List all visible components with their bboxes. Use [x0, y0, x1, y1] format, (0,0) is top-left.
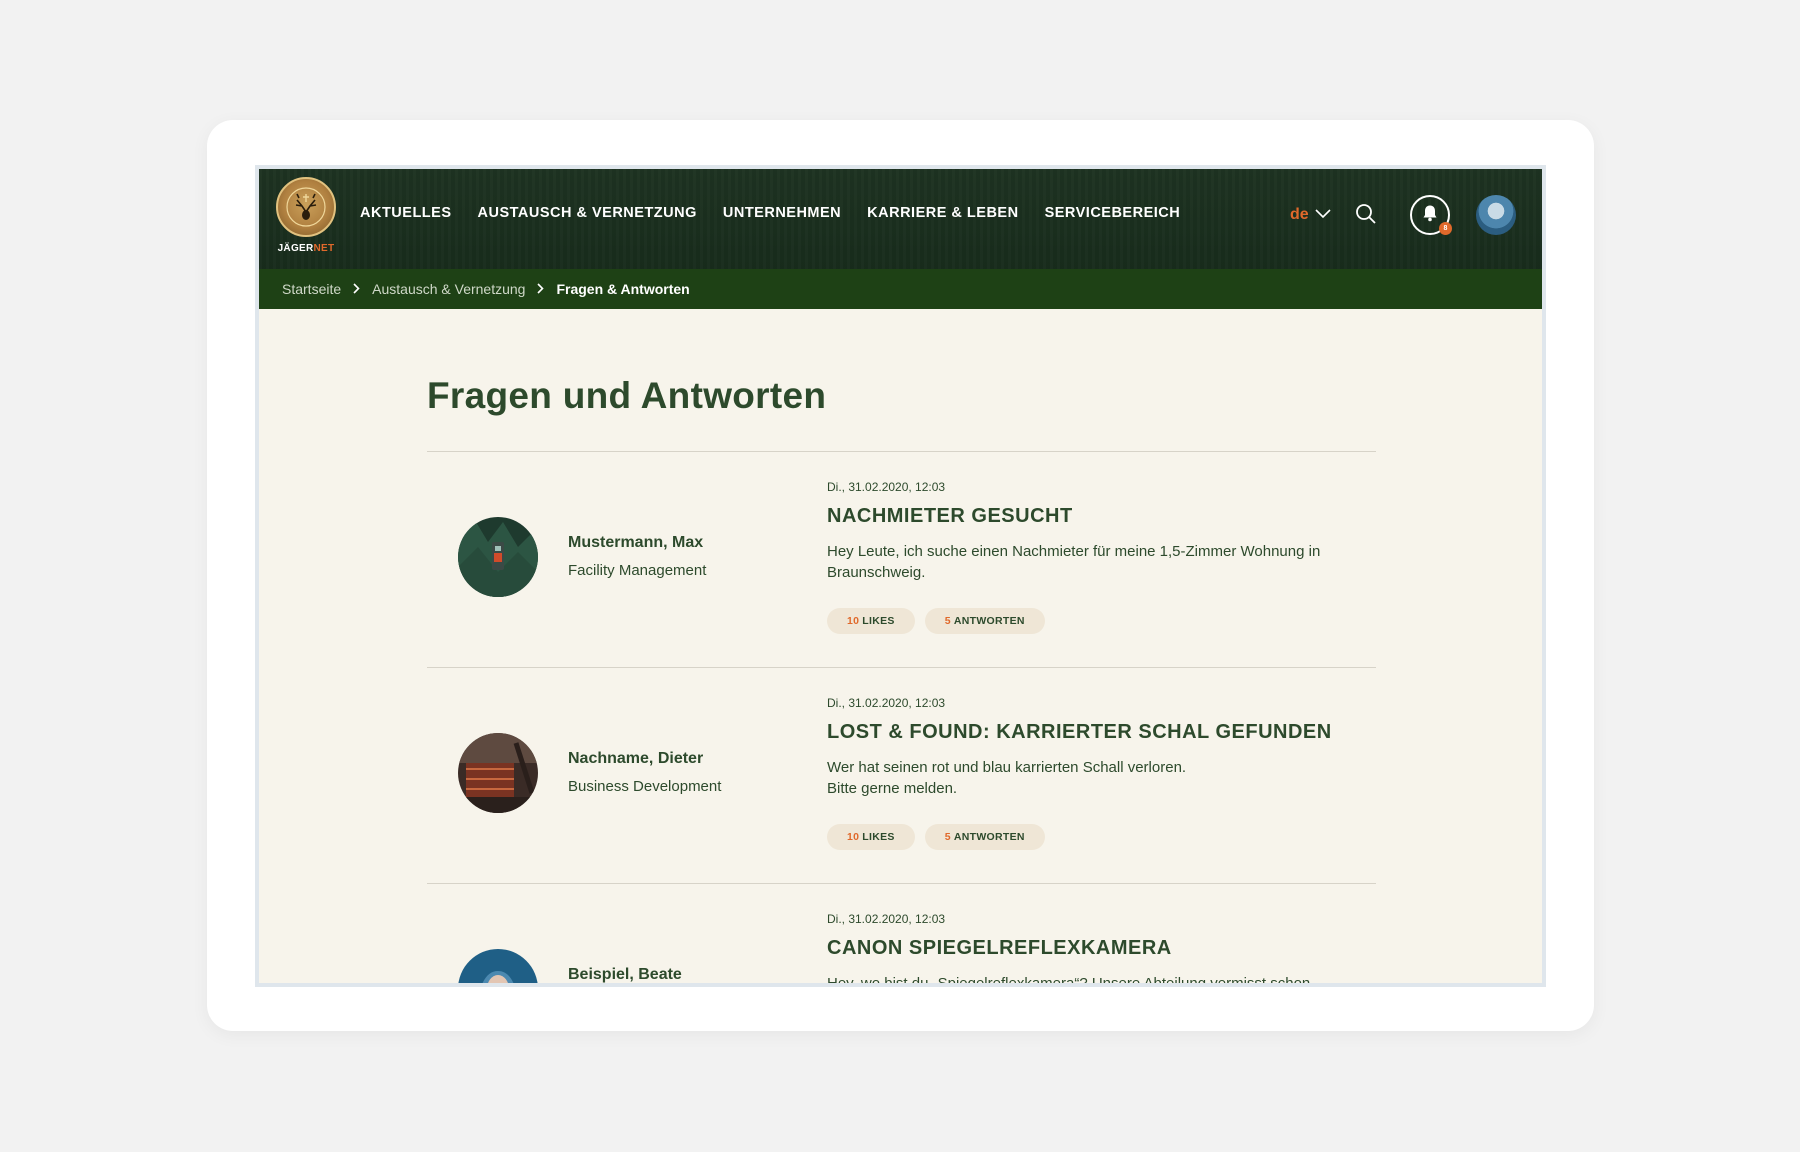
stag-logo-icon	[276, 177, 336, 237]
browser-frame: JÄGERNET AKTUELLES AUSTAUSCH & VERNETZUN…	[255, 165, 1546, 987]
notification-count-badge: 8	[1439, 222, 1452, 235]
page-title: Fragen und Antworten	[427, 375, 827, 416]
post-text-line: Bitte gerne melden.	[827, 780, 958, 797]
top-navigation: JÄGERNET AKTUELLES AUSTAUSCH & VERNETZUN…	[259, 169, 1542, 269]
nav-aktuelles[interactable]: AKTUELLES	[360, 205, 452, 221]
search-button[interactable]	[1355, 203, 1377, 230]
post-title[interactable]: CANON SPIEGELREFLEXKAMERA	[827, 937, 1367, 960]
likes-button[interactable]: 10 LIKES	[827, 608, 915, 634]
likes-label: LIKES	[862, 831, 895, 843]
post-date: Di., 31.02.2020, 12:03	[827, 480, 946, 494]
likes-label: LIKES	[862, 615, 895, 627]
post-stats: 10 LIKES 5 ANTWORTEN	[827, 608, 1367, 634]
language-selector[interactable]: de	[1290, 206, 1331, 224]
author-department: Facility Management	[568, 562, 707, 579]
author-department: Business Development	[568, 778, 722, 795]
post-text-line: Hey, wo bist du „Spiegelreflexkamera“? U…	[827, 975, 1311, 987]
likes-count: 10	[847, 615, 860, 627]
chevron-right-icon	[353, 281, 360, 297]
bell-icon	[1421, 204, 1439, 227]
post-title[interactable]: LOST & FOUND: KARRIERTER SCHAL GEFUNDEN	[827, 721, 1367, 744]
author-info: Nachname, Dieter Business Development	[568, 750, 721, 795]
author-info: Beispiel, Beate	[568, 966, 682, 983]
breadcrumb-austausch[interactable]: Austausch & Vernetzung	[372, 281, 525, 297]
post-body: Di., 31.02.2020, 12:03 NACHMIETER GESUCH…	[827, 480, 1367, 634]
user-avatar[interactable]	[1476, 195, 1516, 235]
post-text-line: Wer hat seinen rot und blau karrierten S…	[827, 759, 1187, 776]
post-body: Di., 31.02.2020, 12:03 CANON SPIEGELREFL…	[827, 912, 1367, 987]
answers-button[interactable]: 5 ANTWORTEN	[924, 608, 1045, 634]
author-avatar	[458, 517, 538, 597]
post-body: Di., 31.02.2020, 12:03 LOST & FOUND: KAR…	[827, 696, 1367, 850]
author-info: Mustermann, Max Facility Management	[568, 534, 706, 579]
post-title[interactable]: NACHMIETER GESUCHT	[827, 505, 1367, 528]
notifications-button[interactable]: 8	[1410, 195, 1452, 235]
author-name[interactable]: Nachname, Dieter	[568, 750, 721, 768]
likes-button[interactable]: 10 LIKES	[827, 824, 915, 850]
breadcrumb-startseite[interactable]: Startseite	[282, 281, 341, 297]
list-item[interactable]: Beispiel, Beate Di., 31.02.2020, 12:03 C…	[427, 883, 1376, 987]
nav-karriere-leben[interactable]: KARRIERE & LEBEN	[867, 205, 1018, 221]
author-avatar	[458, 733, 538, 813]
list-item[interactable]: Nachname, Dieter Business Development Di…	[427, 667, 1376, 883]
post-text: Hey, wo bist du „Spiegelreflexkamera“? U…	[827, 973, 1367, 987]
logo-wordmark: JÄGERNET	[277, 243, 335, 254]
breadcrumb: Startseite Austausch & Vernetzung Fragen…	[259, 269, 1542, 309]
breadcrumb-current: Fragen & Antworten	[556, 281, 690, 297]
author-name[interactable]: Beispiel, Beate	[568, 966, 682, 983]
jaegernet-logo[interactable]: JÄGERNET	[273, 177, 339, 254]
nav-unternehmen[interactable]: UNTERNEHMEN	[723, 205, 841, 221]
answers-button[interactable]: 5 ANTWORTEN	[924, 824, 1045, 850]
answers-label: ANTWORTEN	[953, 831, 1025, 843]
post-text-line: Hey Leute, ich suche einen Nachmieter fü…	[827, 543, 1321, 560]
answers-count: 5	[944, 831, 951, 843]
chevron-down-icon	[1315, 206, 1331, 224]
nav-servicebereich[interactable]: SERVICEBEREICH	[1045, 205, 1181, 221]
post-date: Di., 31.02.2020, 12:03	[827, 912, 946, 926]
answers-count: 5	[944, 615, 951, 627]
post-text: Wer hat seinen rot und blau karrierten S…	[827, 757, 1367, 799]
answers-label: ANTWORTEN	[953, 615, 1025, 627]
question-list: Mustermann, Max Facility Management Di.,…	[427, 451, 1376, 987]
main-menu: AKTUELLES AUSTAUSCH & VERNETZUNG UNTERNE…	[360, 205, 1180, 221]
chevron-right-icon	[537, 281, 545, 297]
search-icon	[1355, 204, 1377, 229]
post-text: Hey Leute, ich suche einen Nachmieter fü…	[827, 541, 1367, 583]
author-name[interactable]: Mustermann, Max	[568, 534, 706, 552]
likes-count: 10	[847, 831, 860, 843]
author-avatar	[458, 949, 538, 983]
post-text-line: Braunschweig.	[827, 564, 926, 581]
nav-austausch-vernetzung[interactable]: AUSTAUSCH & VERNETZUNG	[478, 205, 697, 221]
post-date: Di., 31.02.2020, 12:03	[827, 696, 946, 710]
post-stats: 10 LIKES 5 ANTWORTEN	[827, 824, 1367, 850]
language-label: de	[1290, 206, 1309, 223]
list-item[interactable]: Mustermann, Max Facility Management Di.,…	[427, 451, 1376, 667]
